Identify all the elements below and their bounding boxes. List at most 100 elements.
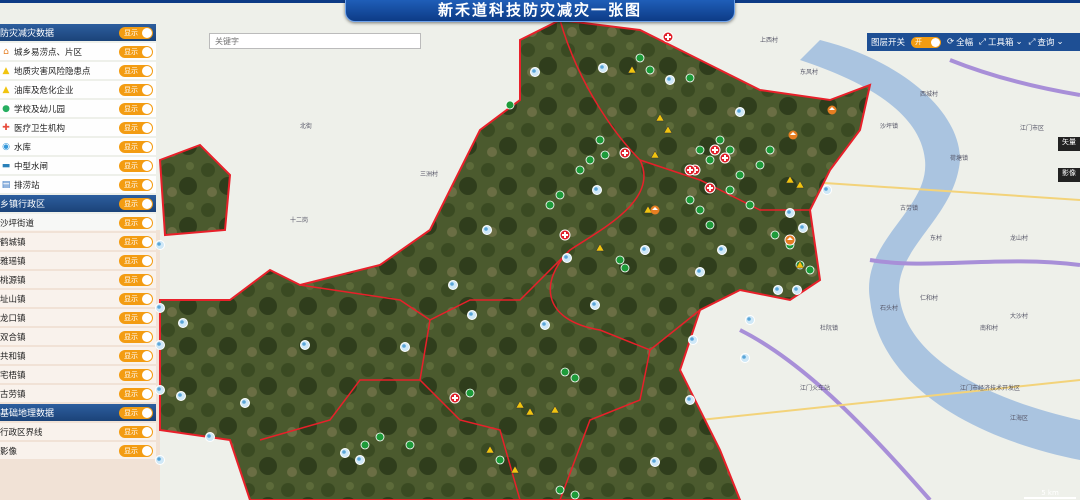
layer-toggle[interactable]: 显示 — [119, 330, 153, 343]
reservoir-marker[interactable] — [155, 240, 165, 250]
layer-toggle[interactable]: 显示 — [119, 349, 153, 362]
school-marker[interactable] — [600, 150, 610, 160]
layer-row[interactable]: 影像 显示 — [0, 442, 156, 459]
layer-row[interactable]: 古劳镇 显示 — [0, 385, 156, 402]
reservoir-marker[interactable] — [685, 395, 695, 405]
reservoir-marker[interactable] — [640, 245, 650, 255]
layer-toggle[interactable]: 显示 — [119, 273, 153, 286]
reservoir-marker[interactable] — [400, 342, 410, 352]
vector-basemap-button[interactable]: 矢量 — [1058, 137, 1080, 151]
school-marker[interactable] — [735, 170, 745, 180]
layer-toggle[interactable]: 显示 — [119, 83, 153, 96]
school-marker[interactable] — [725, 185, 735, 195]
layer-toggle[interactable]: 显示 — [119, 292, 153, 305]
school-marker[interactable] — [465, 388, 475, 398]
medical-marker[interactable] — [449, 392, 461, 404]
layer-row[interactable]: ▲ 油库及危化企业 显示 — [0, 81, 156, 98]
school-marker[interactable] — [570, 490, 580, 500]
layer-row[interactable]: 共和镇 显示 — [0, 347, 156, 364]
section-header[interactable]: 基础地理数据 显示 — [0, 404, 156, 421]
layer-toggle[interactable]: 显示 — [119, 121, 153, 134]
reservoir-marker[interactable] — [717, 245, 727, 255]
layer-toggle[interactable]: 显示 — [119, 387, 153, 400]
medical-marker[interactable] — [704, 182, 716, 194]
medical-marker[interactable] — [719, 152, 731, 164]
section-header[interactable]: 乡镇行政区 显示 — [0, 195, 156, 212]
school-marker[interactable] — [620, 263, 630, 273]
layer-toggle[interactable]: 显示 — [119, 45, 153, 58]
layer-toggle[interactable]: 显示 — [119, 425, 153, 438]
layer-switch-toggle[interactable]: 开 — [911, 36, 942, 48]
reservoir-marker[interactable] — [176, 391, 186, 401]
reservoir-marker[interactable] — [178, 318, 188, 328]
layer-row[interactable]: ▬ 中型水闸 显示 — [0, 157, 156, 174]
layer-row[interactable]: 宅梧镇 显示 — [0, 366, 156, 383]
reservoir-marker[interactable] — [688, 335, 698, 345]
layer-row[interactable]: ✚ 医疗卫生机构 显示 — [0, 119, 156, 136]
reservoir-marker[interactable] — [773, 285, 783, 295]
school-marker[interactable] — [635, 53, 645, 63]
reservoir-marker[interactable] — [735, 107, 745, 117]
layer-row[interactable]: ◉ 水库 显示 — [0, 138, 156, 155]
school-marker[interactable] — [705, 220, 715, 230]
school-marker[interactable] — [695, 205, 705, 215]
waterlog-marker[interactable] — [785, 235, 795, 245]
layer-toggle[interactable]: 显示 — [119, 444, 153, 457]
layer-row[interactable]: 行政区界线 显示 — [0, 423, 156, 440]
reservoir-marker[interactable] — [592, 185, 602, 195]
waterlog-marker[interactable] — [788, 130, 798, 140]
reservoir-marker[interactable] — [155, 385, 165, 395]
school-marker[interactable] — [645, 65, 655, 75]
school-marker[interactable] — [705, 155, 715, 165]
section-header[interactable]: 防灾减灾数据 显示 — [0, 24, 156, 41]
school-marker[interactable] — [685, 73, 695, 83]
medical-marker[interactable] — [619, 147, 631, 159]
layer-row[interactable]: 双合镇 显示 — [0, 328, 156, 345]
reservoir-marker[interactable] — [650, 457, 660, 467]
section-toggle[interactable]: 显示 — [119, 197, 153, 210]
reservoir-marker[interactable] — [590, 300, 600, 310]
school-marker[interactable] — [405, 440, 415, 450]
reservoir-marker[interactable] — [355, 455, 365, 465]
query-button[interactable]: ⤢ 查询 ⌄ — [1029, 36, 1064, 48]
school-marker[interactable] — [495, 455, 505, 465]
school-marker[interactable] — [375, 432, 385, 442]
layer-row[interactable]: 桃源镇 显示 — [0, 271, 156, 288]
medical-marker[interactable] — [559, 229, 571, 241]
layer-toggle[interactable]: 显示 — [119, 102, 153, 115]
school-marker[interactable] — [755, 160, 765, 170]
reservoir-marker[interactable] — [798, 223, 808, 233]
reservoir-marker[interactable] — [155, 303, 165, 313]
school-marker[interactable] — [805, 265, 815, 275]
layer-toggle[interactable]: 显示 — [119, 64, 153, 77]
waterlog-marker[interactable] — [827, 105, 837, 115]
layer-toggle[interactable]: 显示 — [119, 216, 153, 229]
reservoir-marker[interactable] — [665, 75, 675, 85]
section-toggle[interactable]: 显示 — [119, 406, 153, 419]
reservoir-marker[interactable] — [822, 185, 832, 195]
reservoir-marker[interactable] — [785, 208, 795, 218]
layer-row[interactable]: 沙坪街道 显示 — [0, 214, 156, 231]
school-marker[interactable] — [745, 200, 755, 210]
reservoir-marker[interactable] — [695, 267, 705, 277]
waterlog-marker[interactable] — [650, 205, 660, 215]
school-marker[interactable] — [615, 255, 625, 265]
school-marker[interactable] — [505, 100, 515, 110]
school-marker[interactable] — [595, 135, 605, 145]
reservoir-marker[interactable] — [530, 67, 540, 77]
school-marker[interactable] — [765, 145, 775, 155]
reservoir-marker[interactable] — [448, 280, 458, 290]
medical-marker[interactable] — [684, 164, 696, 176]
reservoir-marker[interactable] — [482, 225, 492, 235]
school-marker[interactable] — [545, 200, 555, 210]
medical-marker[interactable] — [709, 144, 721, 156]
layer-toggle[interactable]: 显示 — [119, 140, 153, 153]
school-marker[interactable] — [725, 145, 735, 155]
reservoir-marker[interactable] — [155, 455, 165, 465]
layer-row[interactable]: ⌂ 城乡易涝点、片区 显示 — [0, 43, 156, 60]
layer-toggle[interactable]: 显示 — [119, 368, 153, 381]
reservoir-marker[interactable] — [745, 315, 755, 325]
reservoir-marker[interactable] — [467, 310, 477, 320]
school-marker[interactable] — [685, 195, 695, 205]
school-marker[interactable] — [575, 165, 585, 175]
